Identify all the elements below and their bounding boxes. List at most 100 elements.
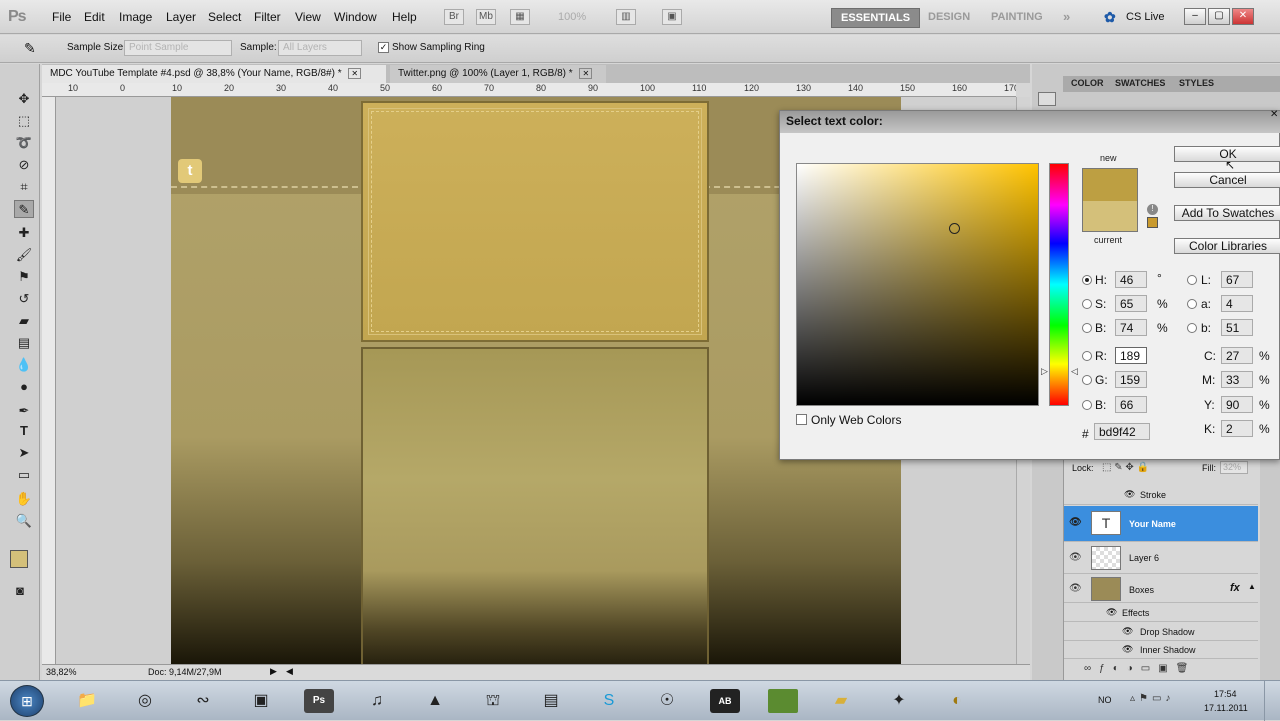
effects-visibility-icon[interactable]: 👁 xyxy=(1106,607,1117,618)
menu-filter[interactable]: Filter xyxy=(254,10,281,24)
show-sampling-ring-checkbox[interactable]: ✓ xyxy=(378,42,389,53)
lock-icons[interactable]: ⬚ ✎ ✥ 🔒 xyxy=(1102,462,1149,473)
menu-image[interactable]: Image xyxy=(119,10,152,24)
hand-tool-icon[interactable]: ✋ xyxy=(14,490,34,508)
clock-date[interactable]: 17.11.2011 xyxy=(1204,703,1248,713)
screen-mode-icon[interactable]: ▣ xyxy=(662,9,682,25)
sample-size-select[interactable]: Point Sample xyxy=(124,40,232,56)
out-of-gamut-warning-icon[interactable]: ! xyxy=(1147,204,1158,215)
tab-styles[interactable]: STYLES xyxy=(1179,78,1214,88)
workspace-painting[interactable]: PAINTING xyxy=(982,8,1052,28)
type-tool-icon[interactable]: T xyxy=(14,422,34,440)
minimize-button[interactable]: – xyxy=(1184,8,1206,25)
tray-icons[interactable]: ▵⚑▭♪ xyxy=(1130,693,1174,704)
scroll-left-icon[interactable]: ◀ xyxy=(286,666,293,677)
zoom-level-display[interactable]: 100% xyxy=(558,11,586,23)
app5-icon[interactable]: ✦ xyxy=(884,687,914,715)
app6-icon[interactable]: ◐ xyxy=(942,687,972,715)
menu-help[interactable]: Help xyxy=(392,10,417,24)
color-field-marker[interactable] xyxy=(949,223,960,234)
radio-s[interactable] xyxy=(1082,299,1092,309)
layer-your-name[interactable]: 👁 T Your Name xyxy=(1064,506,1258,542)
layer-6[interactable]: 👁 Layer 6 xyxy=(1064,543,1258,574)
chrome-icon[interactable]: ◎ xyxy=(130,687,160,715)
mini-bridge-panel-icon[interactable] xyxy=(1038,92,1056,106)
layer-effect-drop-shadow[interactable]: 👁 Drop Shadow xyxy=(1064,623,1258,641)
eyedropper-tool-icon[interactable]: ✎ xyxy=(14,200,34,218)
stamp-tool-icon[interactable]: ⚑ xyxy=(14,268,34,286)
music-icon[interactable]: ♫ xyxy=(362,687,392,715)
skype-icon[interactable]: S xyxy=(594,687,624,715)
dialog-close-icon[interactable]: ✕ xyxy=(1270,109,1278,120)
show-desktop-button[interactable] xyxy=(1264,681,1280,721)
effect-visibility-icon[interactable]: 👁 xyxy=(1124,489,1135,500)
field-m[interactable]: 33 xyxy=(1221,371,1253,388)
tab-color[interactable]: COLOR xyxy=(1071,78,1104,88)
gradient-tool-icon[interactable]: ▤ xyxy=(14,334,34,352)
app-icon[interactable]: ∾ xyxy=(188,687,218,715)
zoom-tool-icon[interactable]: 🔍 xyxy=(14,512,34,530)
lasso-tool-icon[interactable]: ➰ xyxy=(14,134,34,152)
history-brush-tool-icon[interactable]: ↺ xyxy=(14,290,34,308)
visibility-eye-icon[interactable]: 👁 xyxy=(1069,517,1082,528)
healing-tool-icon[interactable]: ✚ xyxy=(14,224,34,242)
path-select-tool-icon[interactable]: ➤ xyxy=(14,444,34,462)
radio-blue[interactable] xyxy=(1082,400,1092,410)
shape-tool-icon[interactable]: ▭ xyxy=(14,466,34,484)
marquee-tool-icon[interactable]: ⬚ xyxy=(14,112,34,130)
hue-slider-left-arrow-icon[interactable]: ▷ xyxy=(1041,366,1048,377)
start-button[interactable]: ⊞ xyxy=(10,685,44,717)
eraser-tool-icon[interactable]: ▰ xyxy=(14,312,34,330)
hex-field[interactable]: bd9f42 xyxy=(1094,423,1150,440)
collapse-effects-icon[interactable]: ▲ xyxy=(1248,582,1256,591)
gamut-color-cube-icon[interactable] xyxy=(1147,217,1158,228)
app2-icon[interactable]: ⛫ xyxy=(478,687,508,715)
bridge-icon[interactable]: Br xyxy=(444,9,464,25)
minecraft-icon[interactable] xyxy=(768,689,798,713)
current-color-swatch[interactable] xyxy=(1082,201,1138,232)
menu-view[interactable]: View xyxy=(295,10,321,24)
tab-swatches[interactable]: SWATCHES xyxy=(1115,78,1165,88)
fill-field[interactable]: 32% xyxy=(1220,461,1248,474)
color-field[interactable] xyxy=(796,163,1039,406)
workspace-design[interactable]: DESIGN xyxy=(919,8,979,28)
clock-time[interactable]: 17:54 xyxy=(1214,689,1237,699)
cslive-icon[interactable]: ✿ xyxy=(1104,9,1116,26)
app3-icon[interactable]: ▤ xyxy=(536,687,566,715)
field-blue[interactable]: 66 xyxy=(1115,396,1147,413)
afterburner-icon[interactable]: AB xyxy=(710,689,740,713)
foreground-color-swatch[interactable] xyxy=(10,550,28,568)
add-to-swatches-button[interactable]: Add To Swatches xyxy=(1174,205,1280,221)
app4-icon[interactable]: ☉ xyxy=(652,687,682,715)
folder-icon[interactable]: ▰ xyxy=(826,687,856,715)
layer-effect-stroke[interactable]: 👁 Stroke xyxy=(1064,485,1258,505)
zoom-field[interactable]: 38,82% xyxy=(46,667,77,677)
hue-slider[interactable] xyxy=(1049,163,1069,406)
menu-layer[interactable]: Layer xyxy=(166,10,196,24)
extras-icon[interactable]: ▦ xyxy=(510,9,530,25)
field-a[interactable]: 4 xyxy=(1221,295,1253,312)
tab-close-icon[interactable]: ✕ xyxy=(579,68,593,79)
layer-boxes[interactable]: 👁 Boxes fx ▲ xyxy=(1064,575,1258,603)
arrange-documents-icon[interactable]: ▥ xyxy=(616,9,636,25)
effect-visibility-icon[interactable]: 👁 xyxy=(1122,626,1133,637)
blur-tool-icon[interactable]: 💧 xyxy=(14,356,34,374)
field-c[interactable]: 27 xyxy=(1221,347,1253,364)
menu-select[interactable]: Select xyxy=(208,10,241,24)
move-tool-icon[interactable]: ✥ xyxy=(14,90,34,108)
layer-effects-header[interactable]: 👁 Effects xyxy=(1064,604,1258,622)
more-workspaces-icon[interactable]: » xyxy=(1054,8,1079,28)
effect-visibility-icon[interactable]: 👁 xyxy=(1122,644,1133,655)
cancel-button[interactable]: Cancel xyxy=(1174,172,1280,188)
field-l[interactable]: 67 xyxy=(1221,271,1253,288)
menu-file[interactable]: File xyxy=(52,10,71,24)
tab-close-icon[interactable]: ✕ xyxy=(348,68,362,79)
language-indicator[interactable]: NO xyxy=(1098,695,1112,705)
field-y[interactable]: 90 xyxy=(1221,396,1253,413)
eyedropper-icon[interactable]: ✎ xyxy=(24,40,36,57)
only-web-colors-checkbox[interactable] xyxy=(796,414,807,425)
visibility-eye-icon[interactable]: 👁 xyxy=(1069,552,1082,563)
menu-edit[interactable]: Edit xyxy=(84,10,105,24)
status-menu-arrow-icon[interactable]: ▶ xyxy=(270,666,277,677)
sample-select[interactable]: All Layers xyxy=(278,40,362,56)
